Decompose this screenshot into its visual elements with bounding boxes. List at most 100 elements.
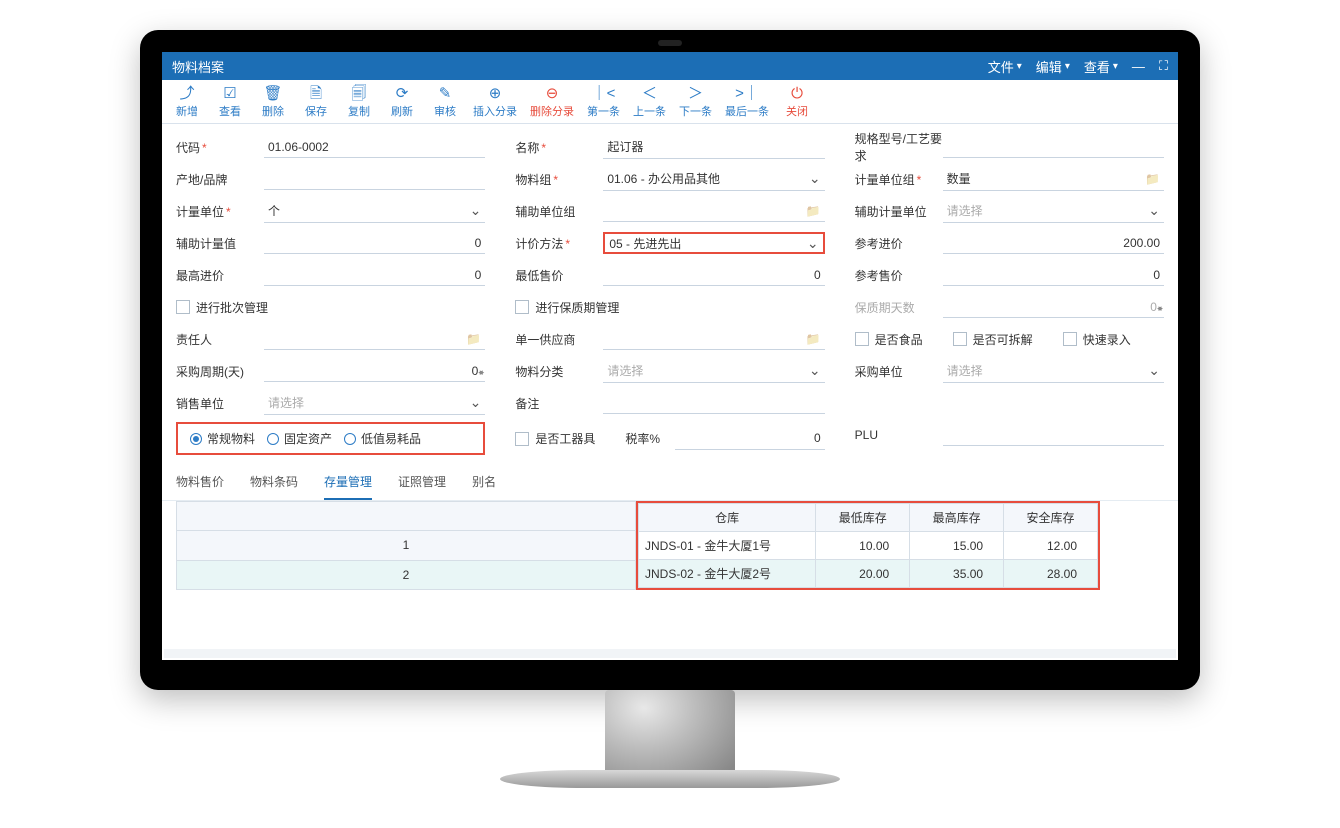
- radio-fixed[interactable]: 固定资产: [267, 430, 332, 447]
- horizontal-scrollbar[interactable]: [164, 649, 1176, 658]
- titlebar: 物料档案 文件 编辑 查看 — ⛶: [162, 52, 1178, 80]
- toolbar-删除[interactable]: 🗑删除: [258, 86, 288, 119]
- toolbar-label: 第一条: [587, 103, 620, 119]
- remark-input[interactable]: [603, 392, 824, 414]
- window-minimize-icon[interactable]: —: [1132, 59, 1145, 74]
- singlesupp-label: 单一供应商: [515, 331, 603, 348]
- toolbar-label: 最后一条: [725, 103, 769, 119]
- auxval-label: 辅助计量值: [176, 235, 264, 252]
- menu-edit[interactable]: 编辑: [1036, 57, 1070, 76]
- issplit-checkbox[interactable]: [953, 332, 967, 346]
- istool-checkbox[interactable]: [515, 432, 529, 446]
- tab-物料售价[interactable]: 物料售价: [176, 467, 224, 500]
- tab-证照管理[interactable]: 证照管理: [398, 467, 446, 500]
- toolbar-label: 删除分录: [530, 103, 574, 119]
- auxuomgroup-input[interactable]: [603, 200, 824, 222]
- maxin-input[interactable]: 0: [264, 264, 485, 286]
- refsale-input[interactable]: 0: [943, 264, 1164, 286]
- monitor-camera: [658, 40, 682, 46]
- toolbar-新增[interactable]: ⤴新增: [172, 86, 202, 119]
- toolbar-关闭[interactable]: ⏻关闭: [782, 86, 812, 119]
- toolbar-插入分录[interactable]: ⊕插入分录: [473, 86, 517, 119]
- toolbar-label: 保存: [305, 103, 327, 119]
- purchuom-select[interactable]: 请选择: [943, 359, 1164, 383]
- toolbar-复制[interactable]: 🗐复制: [344, 86, 374, 119]
- menu-view[interactable]: 查看: [1084, 57, 1118, 76]
- pricemethod-label: 计价方法: [515, 235, 603, 252]
- uom-select[interactable]: 个: [264, 199, 485, 223]
- toolbar-icon: ｜<: [592, 86, 616, 101]
- toolbar-下一条[interactable]: ＞下一条: [679, 86, 712, 119]
- taxrate-input[interactable]: 0: [675, 428, 824, 450]
- chevron-down-icon: [466, 202, 482, 219]
- menu-file[interactable]: 文件: [988, 57, 1022, 76]
- window-maximize-icon[interactable]: ⛶: [1159, 58, 1168, 74]
- col-min: 最低库存: [816, 504, 910, 532]
- shelf-label: 进行保质期管理: [535, 299, 619, 316]
- toolbar-icon: ⊖: [546, 86, 559, 101]
- origin-input[interactable]: [264, 168, 485, 190]
- tab-物料条码[interactable]: 物料条码: [250, 467, 298, 500]
- folder-icon: [1145, 172, 1160, 186]
- toolbar-icon: 🗐: [352, 86, 367, 101]
- auxuom-select[interactable]: 请选择: [943, 199, 1164, 223]
- shelf-checkbox[interactable]: [515, 300, 529, 314]
- toolbar-label: 关闭: [786, 103, 808, 119]
- plu-input[interactable]: [943, 424, 1164, 446]
- owner-label: 责任人: [176, 331, 264, 348]
- toolbar-刷新[interactable]: ⟳刷新: [387, 86, 417, 119]
- minsale-input[interactable]: 0: [603, 264, 824, 286]
- toolbar-保存[interactable]: 🗎保存: [301, 86, 331, 119]
- toolbar-label: 新增: [176, 103, 198, 119]
- toolbar-label: 上一条: [633, 103, 666, 119]
- tab-存量管理[interactable]: 存量管理: [324, 467, 372, 500]
- quickin-label: 快速录入: [1083, 331, 1131, 348]
- toolbar: ⤴新增 ☑查看 🗑删除 🗎保存 🗐复制 ⟳刷新 ✎审核 ⊕插入分录 ⊖ 删除分录 ｜< 第一条 ＜ 上一条…: [162, 80, 1178, 124]
- name-input[interactable]: 起订器: [603, 135, 824, 159]
- refin-input[interactable]: 200.00: [943, 232, 1164, 254]
- table-row[interactable]: JNDS-02 - 金牛大厦2号 20.00 35.00 28.00: [639, 560, 1098, 588]
- toolbar-查看[interactable]: ☑查看: [215, 86, 245, 119]
- leadtime-input[interactable]: 0: [264, 360, 485, 382]
- plu-label: PLU: [855, 428, 943, 442]
- owner-input[interactable]: [264, 328, 485, 350]
- spec-label: 规格型号/工艺要求: [855, 130, 943, 164]
- batch-checkbox[interactable]: [176, 300, 190, 314]
- auxval-input[interactable]: 0: [264, 232, 485, 254]
- toolbar-上一条[interactable]: ＜ 上一条: [633, 86, 666, 119]
- matgroup-select[interactable]: 01.06 - 办公用品其他: [603, 167, 824, 191]
- toolbar-最后一条[interactable]: >｜最后一条: [725, 86, 769, 119]
- matcat-select[interactable]: 请选择: [603, 359, 824, 383]
- toolbar-icon: ＜: [642, 86, 657, 101]
- singlesupp-input[interactable]: [603, 328, 824, 350]
- monitor-stand-base: [500, 770, 840, 788]
- stock-grid[interactable]: 仓库 最低库存 最高库存 安全库存 JNDS-01 - 金牛大厦1号 10.00…: [638, 503, 1098, 588]
- quickin-checkbox[interactable]: [1063, 332, 1077, 346]
- istool-label: 是否工器具: [535, 430, 595, 447]
- toolbar-第一条[interactable]: ｜< 第一条: [587, 86, 620, 119]
- shelfdays-input: 0: [943, 296, 1164, 318]
- auxuom-label: 辅助计量单位: [855, 203, 943, 220]
- tab-别名[interactable]: 别名: [472, 467, 496, 500]
- radio-low[interactable]: 低值易耗品: [344, 430, 421, 447]
- uomgroup-input[interactable]: 数量: [943, 167, 1164, 191]
- toolbar-label: 删除: [262, 103, 284, 119]
- table-row[interactable]: JNDS-01 - 金牛大厦1号 10.00 15.00 12.00: [639, 532, 1098, 560]
- monitor-frame: 物料档案 文件 编辑 查看 — ⛶ ⤴新增 ☑查看 🗑删除 🗎保存 🗐复制 ⟳刷新 ✎审核 ⊕…: [140, 30, 1200, 690]
- saleuom-select[interactable]: 请选择: [264, 391, 485, 415]
- monitor-stand-neck: [605, 690, 735, 780]
- radio-normal[interactable]: 常规物料: [190, 430, 255, 447]
- row-number: 2: [177, 560, 636, 589]
- chevron-down-icon: [803, 235, 819, 252]
- code-input[interactable]: 01.06-0002: [264, 136, 485, 158]
- minsale-label: 最低售价: [515, 267, 603, 284]
- toolbar-删除分录[interactable]: ⊖ 删除分录: [530, 86, 574, 119]
- auxuomgroup-label: 辅助单位组: [515, 203, 603, 220]
- chevron-down-icon: [1144, 362, 1160, 379]
- isfood-checkbox[interactable]: [855, 332, 869, 346]
- pricemethod-select[interactable]: 05 - 先进先出: [603, 232, 824, 254]
- col-warehouse: 仓库: [639, 504, 816, 532]
- folder-icon: [806, 204, 821, 218]
- spec-input[interactable]: [943, 136, 1164, 158]
- toolbar-审核[interactable]: ✎审核: [430, 86, 460, 119]
